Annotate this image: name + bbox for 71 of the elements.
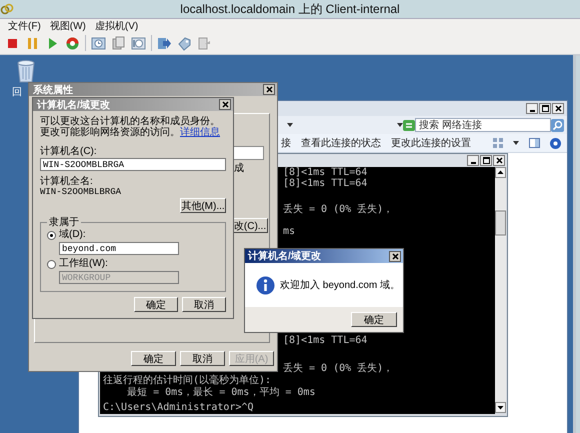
close-icon (392, 252, 398, 260)
group-title: 隶属于 (48, 216, 80, 228)
console-line: 往返行程的估计时间(以毫秒为单位): (103, 375, 272, 386)
caret-icon[interactable] (513, 141, 519, 145)
console-line: C:\Users\Administrator>^Q (103, 402, 254, 413)
menu-item[interactable]: 文件(F) (8, 18, 41, 32)
dialog-title: 系统属性 (33, 84, 73, 96)
maximize-icon (482, 157, 490, 164)
maximize-button[interactable] (539, 103, 551, 114)
text-field[interactable] (232, 146, 264, 160)
console-line: 最短 = 0ms，最长 = 0ms，平均 = 0ms (126, 387, 316, 398)
menu-item[interactable]: 虚拟机(V) (94, 18, 138, 32)
info-icon (256, 276, 275, 294)
console-line: 丢失 = 0 (0% 丢失)， (283, 363, 394, 374)
command-item[interactable]: 查看此连接的状态 (301, 136, 381, 150)
change-button[interactable]: 改(C)... (232, 218, 268, 233)
close-button[interactable] (552, 103, 564, 114)
close-icon (554, 105, 562, 112)
minimize-button[interactable] (467, 155, 479, 166)
minimize-button[interactable] (526, 103, 538, 114)
radio-label: 域(D): (59, 229, 86, 241)
caret-icon[interactable] (397, 123, 403, 127)
search-field[interactable]: 搜索 网络连接 (415, 118, 551, 132)
message-text: 欢迎加入 beyond.com 域。 (280, 278, 400, 292)
documents-icon[interactable] (111, 36, 126, 50)
more-button[interactable]: 其他(M)... (180, 198, 226, 213)
console-line: 丢失 = 0 (0% 丢失)， (283, 204, 394, 215)
details-link[interactable]: 详细信息 (180, 127, 220, 138)
search-icon[interactable] (551, 118, 564, 132)
radio-label: 工作组(W): (59, 258, 108, 270)
tag-icon[interactable] (177, 36, 192, 50)
command-item[interactable]: 接 (281, 136, 291, 150)
window-title: localhost.localdomain 上的 Client-internal (180, 0, 400, 18)
ok-button[interactable]: 确定 (351, 312, 397, 327)
console-line: [8]<1ms TTL=64 (283, 335, 368, 346)
maximize-button[interactable] (480, 155, 492, 166)
recycle-bin-icon[interactable] (16, 59, 36, 83)
dialog-button[interactable]: 确定 (134, 297, 178, 312)
pane-icon[interactable] (529, 138, 540, 148)
full-name-text: WIN-S2OOMBLBRGA (40, 187, 122, 198)
console-line: [8]<1ms TTL=64 (283, 167, 368, 178)
dialog-title: 计算机名/域更改 (37, 98, 110, 112)
arrow-icon[interactable] (157, 36, 172, 50)
dialog-button[interactable]: 取消 (182, 297, 226, 312)
icon-label: 回 (12, 86, 22, 99)
radio-button[interactable] (47, 230, 56, 240)
dialog-button[interactable]: 取消 (180, 351, 225, 366)
field-label: 计算机名(C): (40, 146, 98, 157)
close-icon (496, 157, 502, 164)
console-line: [8]<1ms TTL=64 (283, 178, 368, 189)
field-label: 成 (234, 162, 244, 175)
link-icon[interactable] (0, 2, 14, 16)
computer-name-field[interactable]: WIN-S2OOMBLBRGA (40, 158, 226, 171)
caret-icon[interactable] (287, 123, 293, 127)
field-label: 计算机全名: (40, 176, 94, 187)
close-button[interactable] (389, 250, 401, 262)
console-line: ms (283, 226, 296, 237)
close-button[interactable] (263, 84, 275, 95)
scrollbar[interactable] (495, 167, 506, 413)
radio-button[interactable] (47, 260, 56, 268)
close-button[interactable] (493, 155, 505, 166)
text-field[interactable]: beyond.com (59, 242, 179, 255)
dialog-title: 计算机名/域更改 (248, 250, 321, 263)
menu-item[interactable]: 视图(W) (50, 18, 86, 32)
dialog-button[interactable]: 确定 (131, 351, 176, 366)
maximize-icon (542, 105, 548, 112)
description-text: 可以更改这台计算机的名称和成员身份。更改可能影响网络资源的访问。详细信息 (40, 116, 221, 138)
close-button[interactable] (219, 99, 231, 110)
close-icon (222, 101, 228, 108)
command-item[interactable]: 更改此连接的设置 (391, 136, 471, 150)
close-icon (266, 86, 272, 93)
